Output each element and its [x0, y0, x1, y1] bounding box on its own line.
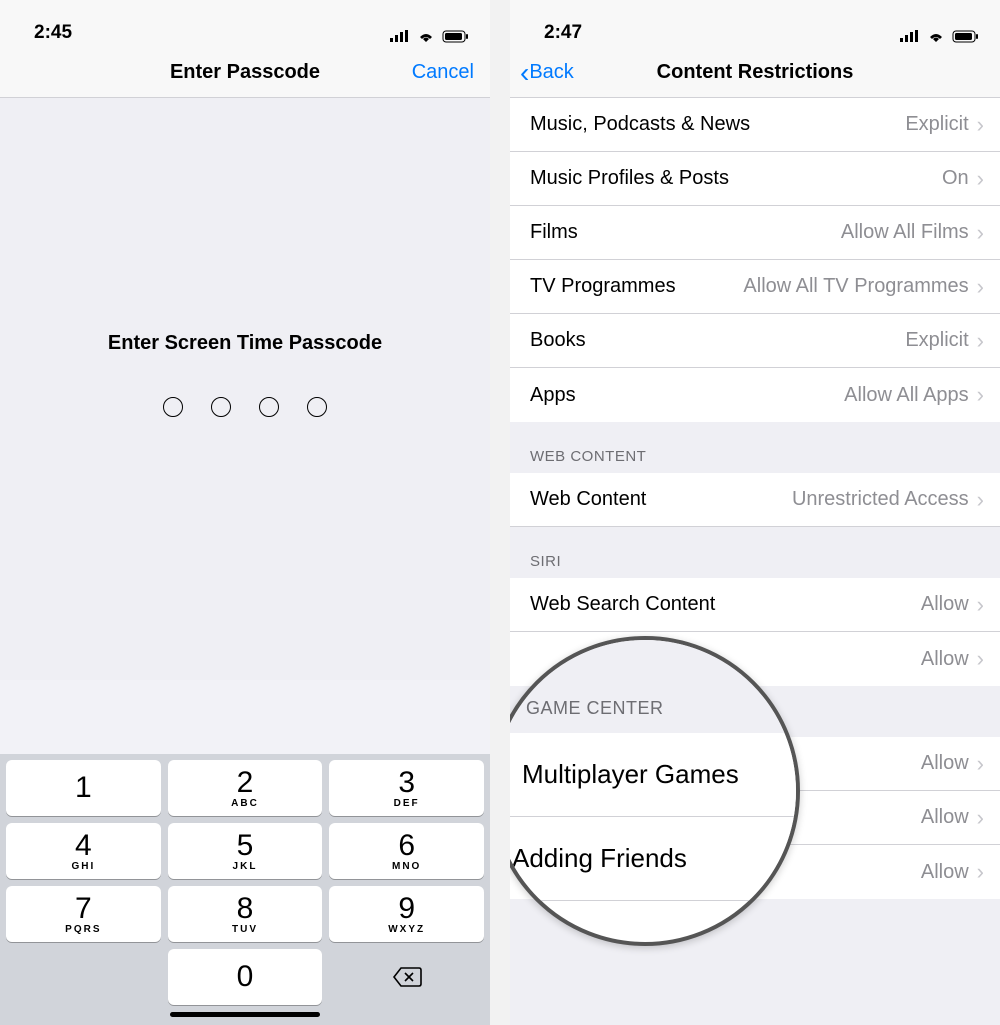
passcode-dot: [163, 397, 183, 417]
row-web-content[interactable]: Web Content Unrestricted Access ›: [510, 473, 1000, 527]
row-value: Explicit: [905, 329, 968, 352]
settings-row[interactable]: Music Profiles & PostsOn ›: [510, 152, 1000, 206]
status-bar: 2:45: [0, 0, 490, 48]
key-3[interactable]: 3DEF: [329, 760, 484, 816]
nav-title: Content Restrictions: [657, 61, 854, 84]
settings-row[interactable]: TV ProgrammesAllow All TV Programmes ›: [510, 260, 1000, 314]
row-value: Allow: [921, 593, 969, 616]
key-1[interactable]: 1: [6, 760, 161, 816]
chevron-right-icon: ›: [977, 274, 984, 300]
chevron-right-icon: ›: [977, 592, 984, 618]
delete-key[interactable]: [329, 949, 484, 1005]
row-value: Unrestricted Access: [792, 488, 969, 511]
row-value: On: [942, 167, 969, 190]
passcode-dot: [211, 397, 231, 417]
row-value: Explicit: [905, 113, 968, 136]
key-6[interactable]: 6MNO: [329, 823, 484, 879]
magnifier-row: Adding Friends: [510, 817, 796, 901]
status-icons: [390, 30, 470, 44]
row-value: Allow All TV Programmes: [743, 275, 968, 298]
key-0[interactable]: 0: [168, 949, 323, 1005]
magnifier-row-label: Multiplayer Games: [522, 759, 739, 790]
signal-icon: [900, 30, 920, 44]
chevron-left-icon: ‹: [520, 63, 529, 83]
row-label: Web Content: [530, 488, 792, 511]
settings-row[interactable]: BooksExplicit ›: [510, 314, 1000, 368]
magnifier-row: Multiplayer Games: [510, 733, 796, 817]
key-8[interactable]: 8TUV: [168, 886, 323, 942]
back-label: Back: [529, 61, 573, 84]
wifi-icon: [926, 30, 946, 44]
row-value: Allow: [921, 648, 969, 671]
row-value: Allow: [921, 752, 969, 775]
back-button[interactable]: ‹ Back: [520, 61, 574, 84]
row-value: Allow: [921, 806, 969, 829]
key-5[interactable]: 5JKL: [168, 823, 323, 879]
passcode-dots: [163, 397, 327, 417]
chevron-right-icon: ›: [977, 382, 984, 408]
settings-row[interactable]: AppsAllow All Apps ›: [510, 368, 1000, 422]
passcode-area: Enter Screen Time Passcode: [0, 98, 490, 680]
chevron-right-icon: ›: [977, 751, 984, 777]
magnifier-row-label: Adding Friends: [512, 843, 687, 874]
magnifier-header: GAME CENTER: [510, 640, 796, 733]
section-header-siri: SIRI: [510, 527, 1000, 578]
chevron-right-icon: ›: [977, 805, 984, 831]
key-2[interactable]: 2ABC: [168, 760, 323, 816]
key-blank: [6, 949, 161, 1005]
key-7[interactable]: 7PQRS: [6, 886, 161, 942]
nav-title: Enter Passcode: [170, 61, 320, 84]
row-label: Films: [530, 221, 841, 244]
status-time: 2:45: [34, 22, 72, 44]
signal-icon: [390, 30, 410, 44]
passcode-prompt: Enter Screen Time Passcode: [108, 332, 382, 355]
wifi-icon: [416, 30, 436, 44]
chevron-right-icon: ›: [977, 166, 984, 192]
chevron-right-icon: ›: [977, 646, 984, 672]
cancel-button[interactable]: Cancel: [412, 61, 474, 84]
battery-icon: [442, 30, 470, 44]
keypad: 12ABC3DEF 4GHI5JKL6MNO 7PQRS8TUV9WXYZ0: [0, 754, 490, 1025]
key-9[interactable]: 9WXYZ: [329, 886, 484, 942]
row-label: Web Search Content: [530, 593, 921, 616]
magnifier-callout: GAME CENTER Multiplayer Games Adding Fri…: [510, 636, 800, 946]
home-indicator[interactable]: [170, 1012, 320, 1017]
chevron-right-icon: ›: [977, 112, 984, 138]
key-4[interactable]: 4GHI: [6, 823, 161, 879]
chevron-right-icon: ›: [977, 859, 984, 885]
row-label: Music, Podcasts & News: [530, 113, 905, 136]
battery-icon: [952, 30, 980, 44]
phone-restrictions: 2:47 ‹ Back Content Restrictions Music, …: [510, 0, 1000, 1025]
row-label: Books: [530, 329, 905, 352]
chevron-right-icon: ›: [977, 328, 984, 354]
status-bar: 2:47: [510, 0, 1000, 48]
row-value: Allow All Films: [841, 221, 969, 244]
status-time: 2:47: [544, 22, 582, 44]
passcode-dot: [307, 397, 327, 417]
settings-row[interactable]: FilmsAllow All Films ›: [510, 206, 1000, 260]
chevron-right-icon: ›: [977, 487, 984, 513]
row-value: Allow All Apps: [844, 384, 969, 407]
settings-row[interactable]: Music, Podcasts & NewsExplicit ›: [510, 98, 1000, 152]
row-label: Apps: [530, 384, 844, 407]
section-header-web: WEB CONTENT: [510, 422, 1000, 473]
status-icons: [900, 30, 980, 44]
nav-bar: Enter Passcode Cancel: [0, 48, 490, 98]
row-label: TV Programmes: [530, 275, 743, 298]
settings-row[interactable]: Web Search ContentAllow ›: [510, 578, 1000, 632]
nav-bar: ‹ Back Content Restrictions: [510, 48, 1000, 98]
row-value: Allow: [921, 861, 969, 884]
phone-passcode: 2:45 Enter Passcode Cancel Enter Screen …: [0, 0, 490, 1025]
row-label: Music Profiles & Posts: [530, 167, 942, 190]
passcode-dot: [259, 397, 279, 417]
chevron-right-icon: ›: [977, 220, 984, 246]
